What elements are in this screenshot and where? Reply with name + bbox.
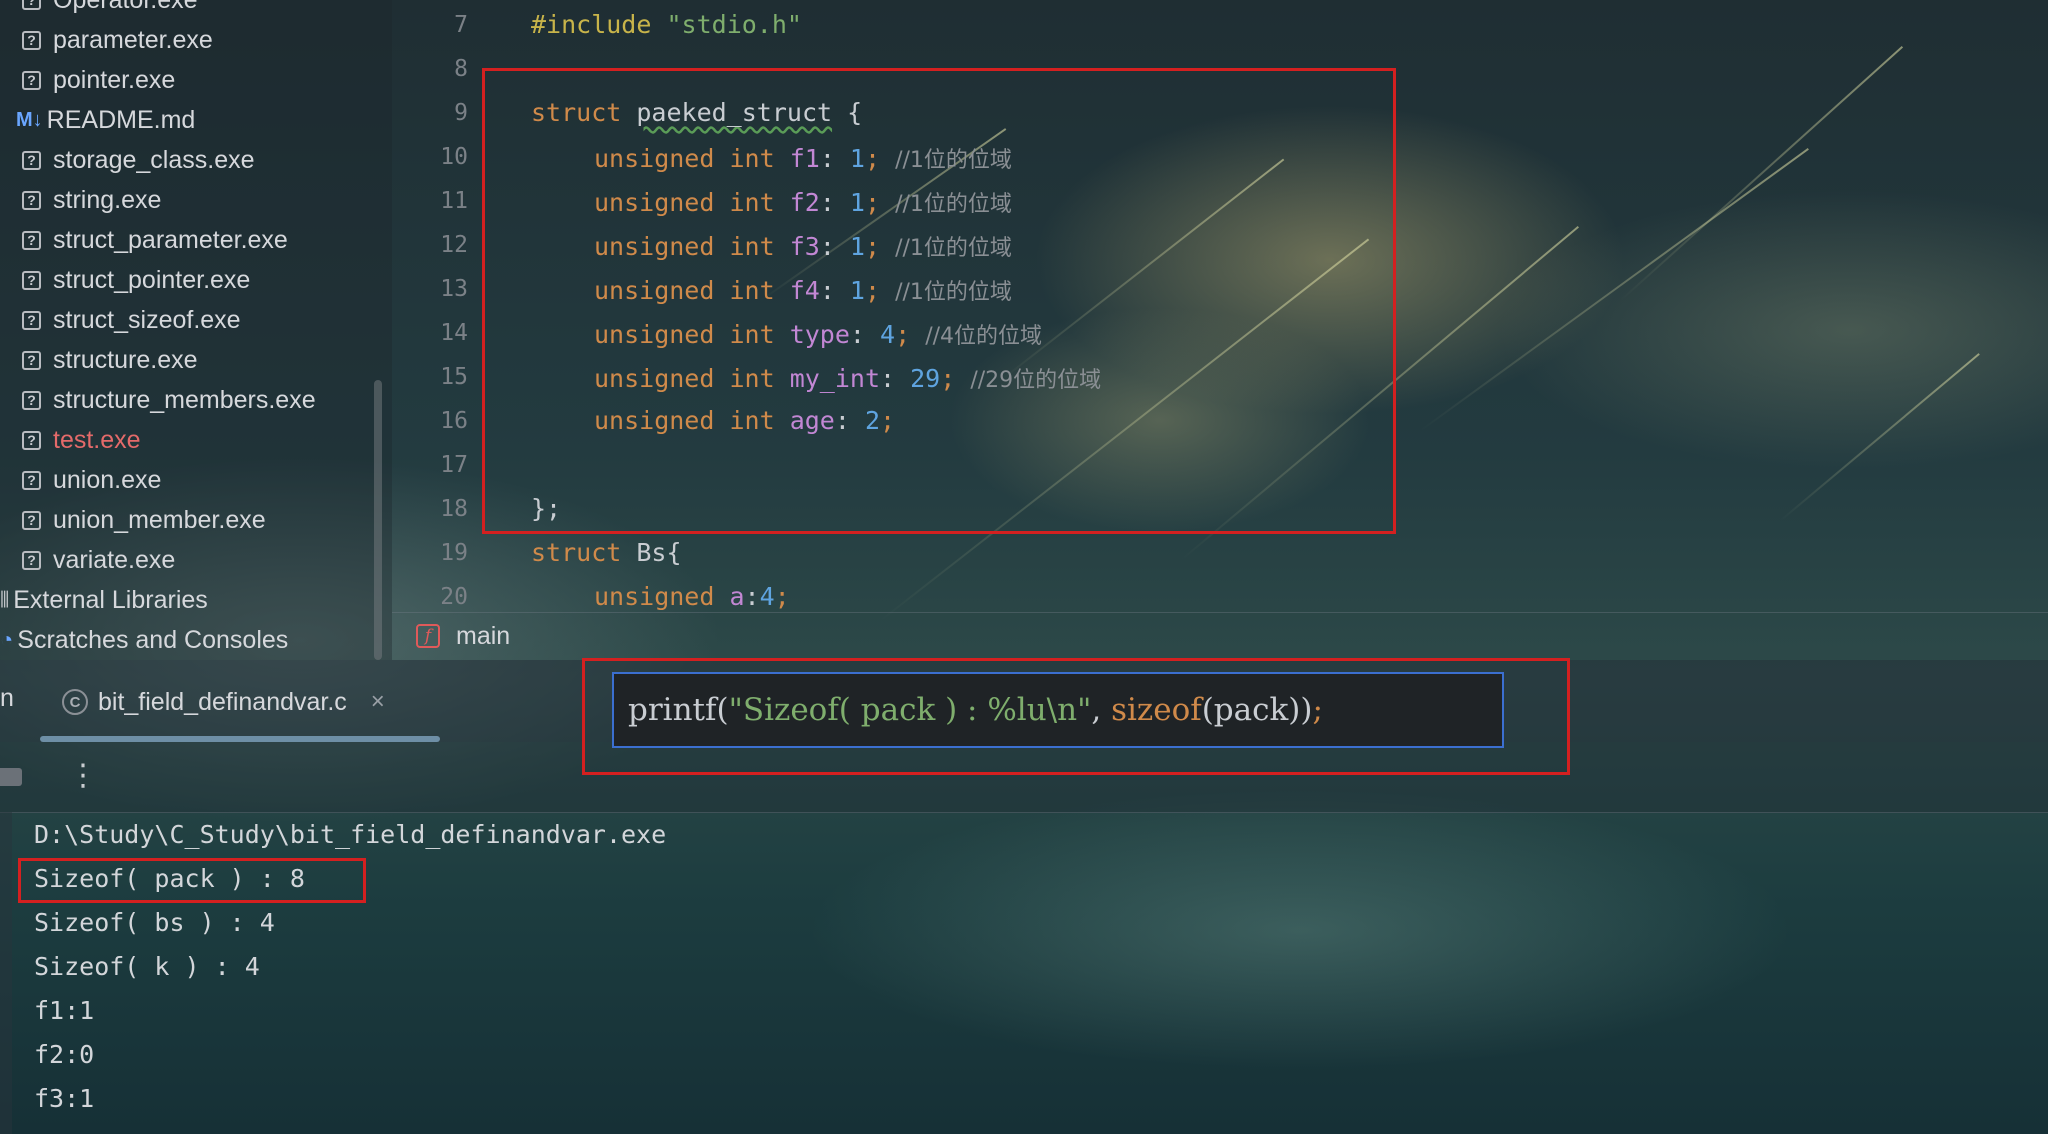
tree-scrollbar[interactable] xyxy=(374,380,382,660)
console-line: f1:1 xyxy=(34,996,95,1025)
line-number: 12 xyxy=(440,232,468,258)
line-number: 10 xyxy=(440,144,468,170)
line-number: 20 xyxy=(440,584,468,610)
tree-item-string[interactable]: ? string.exe xyxy=(0,180,161,220)
console-gutter xyxy=(0,812,12,1134)
question-file-icon: ? xyxy=(22,270,41,290)
code-line-bs-field: unsigned a:4; xyxy=(594,582,790,611)
question-file-icon: ? xyxy=(22,0,41,10)
question-file-icon: ? xyxy=(22,350,41,370)
tree-item-parameter[interactable]: ? parameter.exe xyxy=(0,20,213,60)
question-file-icon: ? xyxy=(22,510,41,530)
line-number: 16 xyxy=(440,408,468,434)
line-number: 8 xyxy=(454,56,468,82)
line-number: 19 xyxy=(440,540,468,566)
question-file-icon: ? xyxy=(22,470,41,490)
question-file-icon: ? xyxy=(22,230,41,250)
tree-item-readme[interactable]: M↓ README.md xyxy=(0,100,195,140)
tree-item-pointer[interactable]: ? pointer.exe xyxy=(0,60,175,100)
tree-item-union[interactable]: ? union.exe xyxy=(0,460,161,500)
tree-item-external-libraries[interactable]: ⫴ External Libraries xyxy=(0,580,208,620)
line-number: 15 xyxy=(440,364,468,390)
question-file-icon: ? xyxy=(22,70,41,90)
tree-item-struct-sizeof[interactable]: ? struct_sizeof.exe xyxy=(0,300,241,340)
tab-truncated[interactable]: n xyxy=(0,684,14,713)
line-number: 7 xyxy=(454,12,468,38)
question-file-icon: ? xyxy=(22,190,41,210)
question-file-icon: ? xyxy=(22,550,41,570)
line-number: 11 xyxy=(440,188,468,214)
line-number: 14 xyxy=(440,320,468,346)
line-number: 9 xyxy=(454,100,468,126)
line-number: 13 xyxy=(440,276,468,302)
question-file-icon: ? xyxy=(22,310,41,330)
tree-item-test[interactable]: ? test.exe xyxy=(0,420,141,460)
question-file-icon: ? xyxy=(22,430,41,450)
line-number: 17 xyxy=(440,452,468,478)
project-tree: ? Operator.exe ? parameter.exe ? pointer… xyxy=(0,0,392,660)
code-line-struct-bs: struct Bs{ xyxy=(531,538,682,567)
console-line: Sizeof( k ) : 4 xyxy=(34,952,260,981)
tree-item-struct-parameter[interactable]: ? struct_parameter.exe xyxy=(0,220,288,260)
tree-item-struct-pointer[interactable]: ? struct_pointer.exe xyxy=(0,260,250,300)
output-highlight-box xyxy=(18,858,366,903)
tab-label: bit_field_definandvar.c xyxy=(98,687,347,716)
tree-item-structure[interactable]: ? structure.exe xyxy=(0,340,198,380)
tree-item-union-member[interactable]: ? union_member.exe xyxy=(0,500,266,540)
code-preview-popup: printf("Sizeof( pack ) : %lu\n", sizeof(… xyxy=(612,672,1504,748)
library-icon: ⫴ xyxy=(0,587,10,612)
breadcrumb-function: main xyxy=(456,621,511,650)
question-file-icon: ? xyxy=(22,30,41,50)
tree-item-variate[interactable]: ? variate.exe xyxy=(0,540,175,580)
editor-divider xyxy=(392,612,2048,613)
console-line: D:\Study\C_Study\bit_field_definandvar.e… xyxy=(34,820,667,849)
code-line-include: #include "stdio.h" xyxy=(531,10,802,39)
toolbar-button-stub[interactable] xyxy=(0,768,22,786)
console-line: Sizeof( bs ) : 4 xyxy=(34,908,275,937)
close-icon[interactable]: × xyxy=(371,688,385,716)
tree-item-operator[interactable]: ? Operator.exe xyxy=(0,0,198,20)
tree-item-scratches[interactable]: ◔ Scratches and Consoles xyxy=(0,620,288,660)
struct-highlight-box xyxy=(482,68,1396,534)
function-icon: f xyxy=(416,624,440,648)
breadcrumb[interactable]: f main xyxy=(416,618,510,654)
tree-item-storage-class[interactable]: ? storage_class.exe xyxy=(0,140,255,180)
question-file-icon: ? xyxy=(22,390,41,410)
question-file-icon: ? xyxy=(22,150,41,170)
c-file-icon: C xyxy=(62,689,88,715)
console-line: f3:1 xyxy=(34,1084,95,1113)
scratches-icon: ◔ xyxy=(0,627,14,652)
markdown-icon: M↓ xyxy=(16,108,43,131)
tab-bit-field-definandvar[interactable]: C bit_field_definandvar.c × xyxy=(62,680,385,724)
tree-item-structure-members[interactable]: ? structure_members.exe xyxy=(0,380,316,420)
line-number: 18 xyxy=(440,496,468,522)
more-options-icon[interactable]: ⋮ xyxy=(68,758,98,793)
console-line: f2:0 xyxy=(34,1040,95,1069)
